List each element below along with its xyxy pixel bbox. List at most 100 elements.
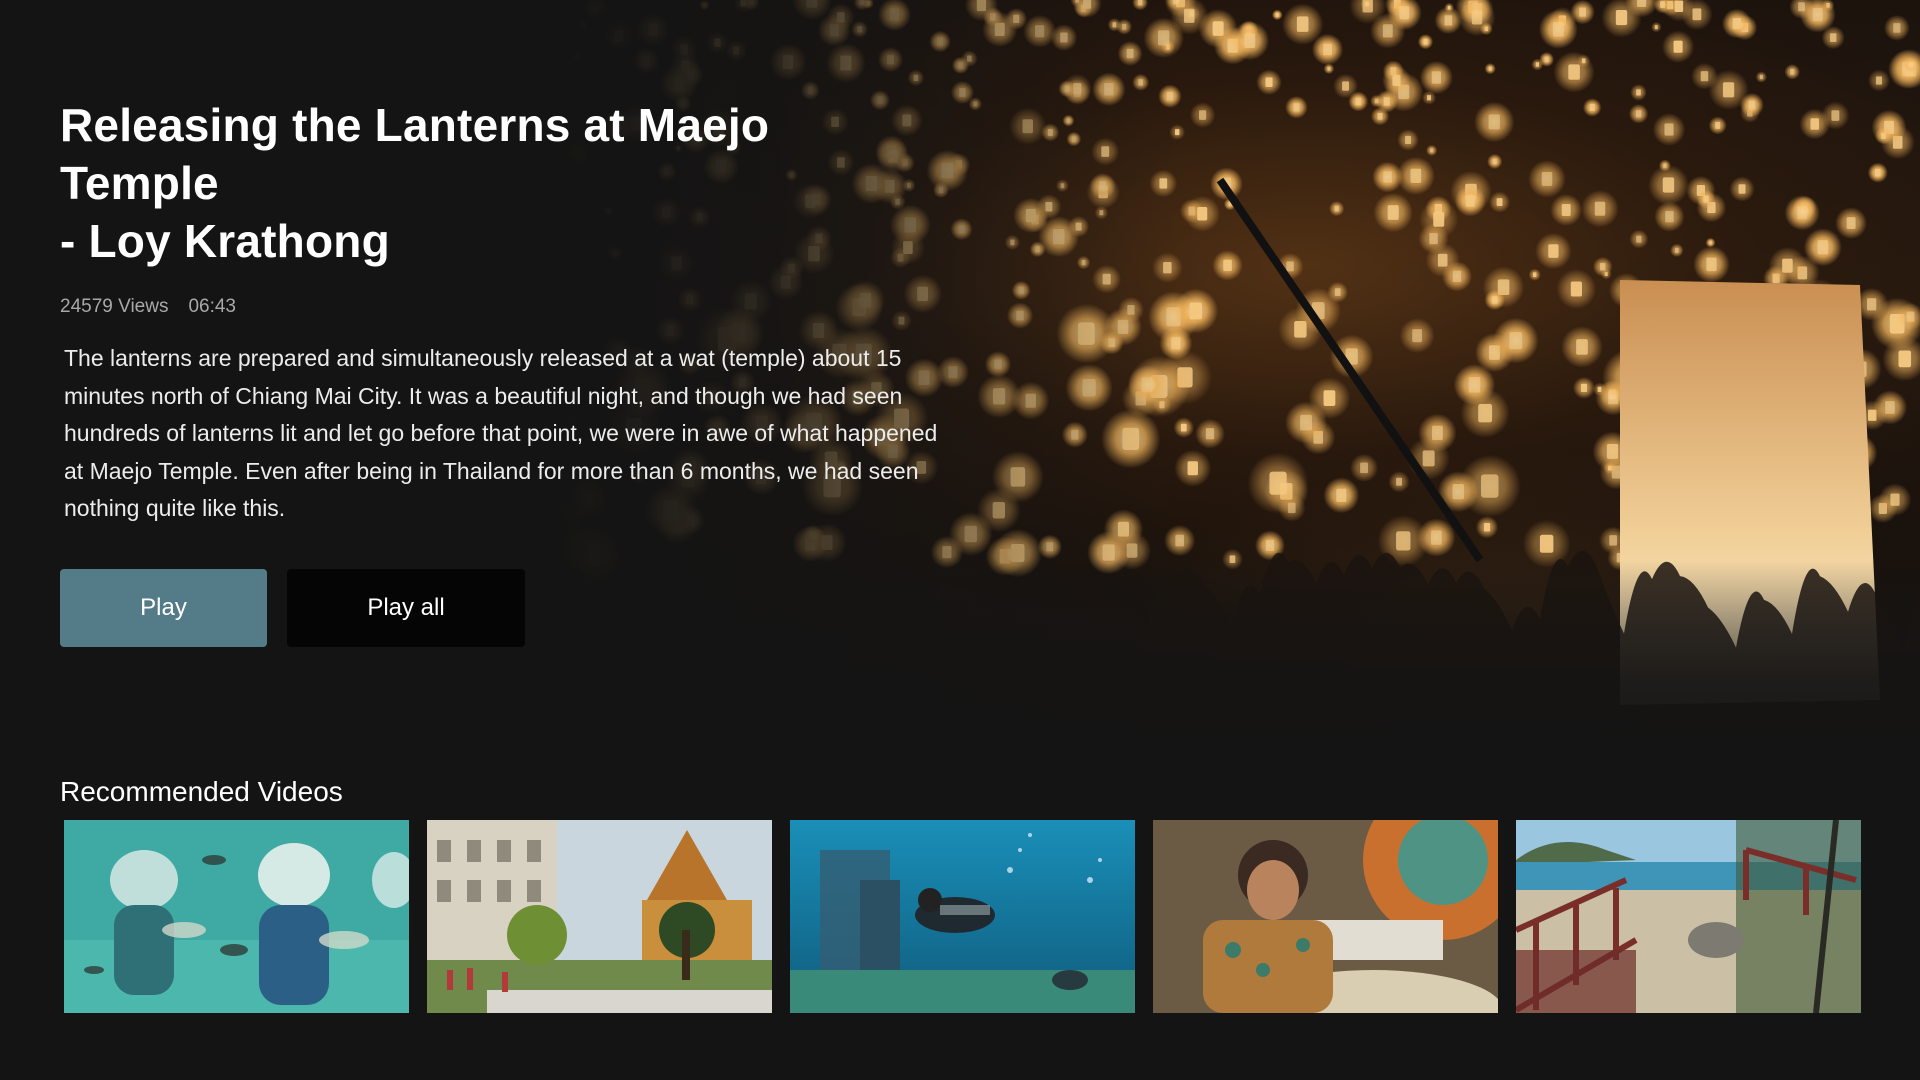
lantern-glow: [1333, 73, 1358, 99]
umbrella-painting-thumbnail-image: [1153, 820, 1498, 1013]
play-all-button[interactable]: Play all: [287, 569, 525, 647]
lantern-glow: [1528, 268, 1541, 281]
lantern-glow: [1421, 90, 1437, 105]
lantern-glow: [1373, 192, 1413, 233]
lantern-glow: [1648, 164, 1689, 206]
lantern-glow: [1484, 289, 1505, 311]
lantern-glow: [1285, 95, 1308, 119]
recommended-row: [64, 820, 1861, 1013]
lantern-glow: [1681, 0, 1713, 31]
lantern-glow: [1821, 101, 1850, 130]
lantern-glow: [1729, 176, 1755, 202]
island-beach-thumbnail-image: [1516, 820, 1861, 1013]
scuba-diver-thumbnail-image: [790, 820, 1135, 1013]
lantern-glow: [1382, 66, 1411, 95]
lantern-glow: [1784, 64, 1801, 80]
lantern-glow: [1492, 317, 1539, 364]
video-details: Releasing the Lanterns at Maejo Temple -…: [60, 96, 940, 528]
lantern-glow: [1630, 84, 1647, 101]
lantern-glow: [1768, 246, 1807, 285]
underwater-thumbnail-image: [64, 820, 409, 1013]
lantern-glow: [1349, 453, 1379, 482]
lantern-glow: [1867, 162, 1888, 183]
lantern-glow: [1652, 113, 1686, 146]
lantern-glow: [1444, 2, 1454, 13]
lantern-glow: [1417, 34, 1434, 50]
lantern-glow: [1628, 104, 1649, 124]
lantern-glow: [1419, 199, 1459, 239]
lantern-glow: [1784, 195, 1820, 231]
lantern-glow: [1388, 471, 1410, 493]
lantern-glow: [1453, 364, 1496, 406]
lantern-glow: [1487, 153, 1503, 170]
lantern-glow: [1195, 418, 1225, 449]
recommended-video-card[interactable]: [1153, 820, 1498, 1013]
recommended-video-card[interactable]: [427, 820, 772, 1013]
lantern-glow: [1419, 60, 1453, 95]
recommended-video-card[interactable]: [1516, 820, 1861, 1013]
lantern-glow: [1454, 185, 1486, 217]
lantern-glow: [1212, 250, 1243, 281]
lantern-glow: [1581, 189, 1619, 228]
lantern-glow: [1670, 243, 1684, 258]
lantern-glow: [1708, 116, 1727, 135]
lantern-glow: [1577, 54, 1591, 68]
lantern-glow: [1572, 376, 1596, 399]
lantern-glow: [1570, 0, 1595, 25]
video-title: Releasing the Lanterns at Maejo Temple -…: [60, 96, 940, 270]
lantern-glow: [1484, 63, 1496, 75]
lantern-glow: [1247, 452, 1309, 514]
lantern-glow: [1654, 201, 1685, 232]
lantern-glow: [1722, 8, 1752, 39]
lantern-glow: [1651, 21, 1662, 33]
recommended-heading: Recommended Videos: [60, 776, 343, 807]
video-title-line2: - Loy Krathong: [60, 215, 390, 267]
lantern-glow: [1755, 71, 1767, 83]
lantern-glow: [1878, 483, 1912, 517]
lantern-glow: [1198, 8, 1238, 49]
lantern-glow: [1475, 516, 1499, 539]
lantern-glow: [1329, 201, 1345, 217]
lantern-glow: [1561, 326, 1603, 368]
lantern-glow: [1556, 269, 1597, 309]
lantern-glow: [1528, 160, 1566, 198]
lantern-glow: [1189, 102, 1216, 128]
lantern-glow: [1489, 191, 1511, 213]
lantern-glow: [1397, 129, 1419, 151]
lantern-glow: [1473, 101, 1515, 143]
lantern-glow: [1399, 318, 1435, 354]
lantern-glow: [1458, 0, 1496, 37]
lantern-glow: [1874, 127, 1892, 145]
video-title-line1: Releasing the Lanterns at Maejo Temple: [60, 99, 770, 209]
lantern-glow: [1426, 144, 1438, 157]
lantern-glow: [1323, 63, 1335, 75]
lantern-glow: [1271, 9, 1283, 21]
lantern-glow: [1173, 288, 1219, 334]
video-meta: 24579 Views 06:43: [60, 296, 940, 318]
recommended-video-card[interactable]: [790, 820, 1135, 1013]
lantern-glow: [1867, 69, 1891, 92]
video-description: The lanterns are prepared and simultaneo…: [64, 345, 938, 521]
play-button[interactable]: Play: [60, 569, 267, 647]
lantern-glow: [1592, 256, 1613, 277]
lantern-glow: [1535, 232, 1572, 270]
recommended-video-card[interactable]: [64, 820, 409, 1013]
lantern-glow: [1872, 390, 1908, 425]
lantern-glow: [1705, 237, 1716, 248]
palace-garden-thumbnail-image: [427, 820, 772, 1013]
lantern-glow: [1739, 93, 1764, 117]
lantern-glow: [1550, 194, 1583, 226]
lantern-glow: [1835, 207, 1868, 239]
lantern-glow: [1372, 161, 1403, 193]
lantern-glow: [1256, 69, 1282, 95]
video-duration: 06:43: [188, 296, 236, 317]
action-buttons: Play Play all: [60, 569, 525, 647]
lantern-glow: [1370, 13, 1406, 49]
lantern-glow: [1693, 246, 1730, 283]
lantern-glow: [1629, 229, 1649, 249]
lantern-glow: [1661, 30, 1695, 63]
lantern-glow: [1323, 477, 1360, 514]
lantern-glow: [1582, 98, 1602, 117]
lantern-glow: [1370, 94, 1384, 108]
lantern-glow: [1903, 56, 1920, 73]
